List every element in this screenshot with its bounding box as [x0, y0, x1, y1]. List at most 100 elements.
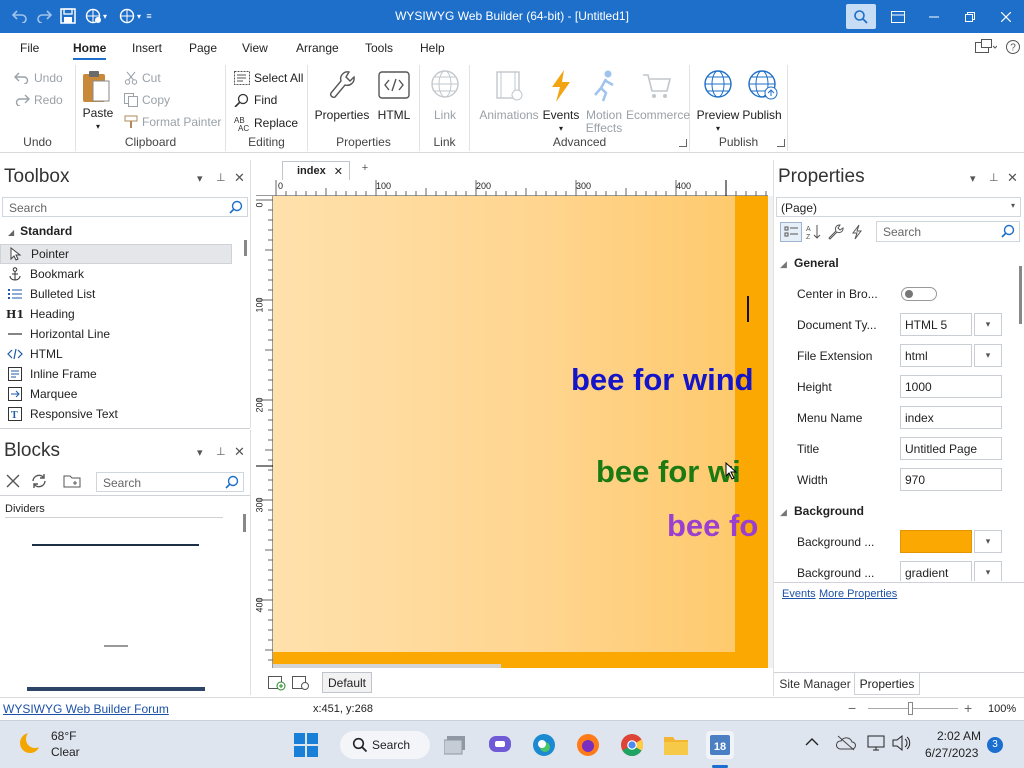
- text-object[interactable]: bee for wi: [596, 454, 741, 490]
- search-button[interactable]: [846, 4, 876, 29]
- height-field[interactable]: 1000: [900, 375, 1002, 398]
- dropdown-arrow-icon[interactable]: ▾: [974, 561, 1002, 581]
- panel-menu-icon[interactable]: ▾: [970, 172, 976, 185]
- zoom-in-button[interactable]: +: [964, 700, 972, 716]
- properties-search-input[interactable]: Search: [876, 221, 1020, 242]
- wysiwyg-app-icon[interactable]: 18: [706, 731, 734, 759]
- clock-date[interactable]: 6/27/2023: [925, 746, 978, 760]
- tab-page[interactable]: Page: [189, 41, 217, 55]
- weather-temp[interactable]: 68°F: [51, 729, 76, 743]
- events-link[interactable]: Events: [782, 588, 816, 600]
- tab-index[interactable]: index ✕: [282, 161, 350, 180]
- panel-menu-icon[interactable]: ▾: [197, 172, 203, 185]
- advanced-launcher-icon[interactable]: [679, 139, 687, 147]
- toolbox-scrollbar[interactable]: [244, 240, 247, 256]
- link-button[interactable]: Link: [425, 69, 465, 122]
- clock-time[interactable]: 2:02 AM: [931, 729, 981, 743]
- toolbox-item-heading[interactable]: H1 Heading: [0, 304, 248, 324]
- tab-properties[interactable]: Properties: [854, 673, 920, 695]
- zoom-out-button[interactable]: −: [848, 700, 856, 716]
- undo-button[interactable]: Undo: [14, 71, 63, 85]
- object-selector[interactable]: (Page) ▾: [776, 197, 1021, 217]
- ecommerce-button[interactable]: Ecommerce: [626, 69, 690, 122]
- toolbox-item-pointer[interactable]: Pointer: [0, 244, 232, 264]
- add-tab-button[interactable]: +: [352, 162, 378, 180]
- toolbox-item-html[interactable]: HTML: [0, 344, 248, 364]
- toolbox-item-horizontal-line[interactable]: Horizontal Line: [0, 324, 248, 344]
- document-type-select[interactable]: HTML 5: [900, 313, 972, 336]
- block-preview-bar[interactable]: [27, 687, 205, 691]
- teams-chat-icon[interactable]: [486, 731, 514, 759]
- chrome-icon[interactable]: [618, 731, 646, 759]
- close-button[interactable]: [988, 0, 1024, 33]
- format-painter-button[interactable]: Format Painter: [124, 115, 221, 129]
- horizontal-scrollbar[interactable]: [273, 664, 501, 668]
- restore-button[interactable]: [952, 0, 988, 33]
- tab-file[interactable]: File: [20, 41, 39, 55]
- section-background[interactable]: ◢ Background: [780, 504, 864, 518]
- replace-button[interactable]: AB AC Replace: [234, 115, 298, 131]
- close-tab-icon[interactable]: ✕: [334, 165, 343, 178]
- background-type-select[interactable]: gradient: [900, 561, 972, 581]
- cut-button[interactable]: Cut: [124, 71, 161, 85]
- cloud-offline-icon[interactable]: [836, 735, 856, 751]
- customize-quick-access-icon[interactable]: ≡: [144, 6, 154, 26]
- copy-button[interactable]: Copy: [124, 93, 170, 107]
- select-all-button[interactable]: Select All: [234, 71, 303, 85]
- html-button[interactable]: HTML: [374, 69, 414, 122]
- close-panel-icon[interactable]: ✕: [234, 170, 245, 186]
- width-field[interactable]: 970: [900, 468, 1002, 491]
- dropdown-arrow-icon[interactable]: ▾: [100, 6, 110, 26]
- properties-button[interactable]: Properties: [312, 69, 372, 122]
- center-toggle[interactable]: [901, 287, 937, 301]
- tab-tools[interactable]: Tools: [365, 41, 393, 55]
- tab-insert[interactable]: Insert: [132, 41, 162, 55]
- dropdown-arrow-icon[interactable]: ▾: [974, 530, 1002, 553]
- redo-icon[interactable]: [34, 6, 54, 26]
- forum-link[interactable]: WYSIWYG Web Builder Forum: [3, 702, 169, 716]
- tab-site-manager[interactable]: Site Manager: [776, 673, 854, 695]
- find-button[interactable]: Find: [234, 93, 277, 107]
- zoom-slider-thumb[interactable]: [908, 702, 913, 715]
- page-body[interactable]: bee for wind bee for wi bee fo: [273, 196, 758, 652]
- task-view-icon[interactable]: [442, 731, 470, 759]
- animations-button[interactable]: Animations: [476, 69, 542, 122]
- clear-icon[interactable]: [6, 474, 20, 488]
- taskbar-search[interactable]: Search: [340, 731, 430, 759]
- section-general[interactable]: ◢ General: [780, 256, 839, 270]
- pin-icon[interactable]: ⊥: [989, 171, 999, 184]
- minimize-button[interactable]: [916, 0, 952, 33]
- text-object[interactable]: bee for wind: [571, 362, 754, 398]
- pin-icon[interactable]: ⊥: [216, 445, 226, 458]
- file-extension-select[interactable]: html: [900, 344, 972, 367]
- title-field[interactable]: Untitled Page: [900, 437, 1002, 460]
- divider-block-preview[interactable]: [32, 544, 199, 546]
- properties-scrollbar[interactable]: [1019, 266, 1022, 324]
- categorized-view-icon[interactable]: [780, 222, 802, 242]
- dropdown-arrow-icon[interactable]: ▾: [134, 6, 144, 26]
- design-canvas[interactable]: bee for wind bee for wi bee fo: [273, 196, 768, 668]
- motion-effects-button[interactable]: Motion Effects: [580, 69, 628, 135]
- layout-settings-icon[interactable]: [292, 675, 310, 691]
- volume-icon[interactable]: [891, 734, 911, 752]
- toolbox-item-responsive-text[interactable]: T Responsive Text: [0, 404, 248, 424]
- dropdown-arrow-icon[interactable]: ▾: [974, 344, 1002, 367]
- network-icon[interactable]: [866, 734, 886, 752]
- events-button[interactable]: Events ▾: [540, 69, 582, 135]
- windows-start-icon[interactable]: [292, 731, 320, 759]
- firefox-icon[interactable]: [574, 731, 602, 759]
- lightning-icon[interactable]: [850, 224, 864, 240]
- publish-launcher-icon[interactable]: [777, 139, 785, 147]
- layout-default-button[interactable]: Default: [322, 672, 372, 693]
- background-color-swatch[interactable]: [900, 530, 972, 553]
- tab-view[interactable]: View: [242, 41, 268, 55]
- more-properties-link[interactable]: More Properties: [819, 588, 897, 600]
- zoom-slider-track[interactable]: [868, 708, 958, 709]
- help-icon[interactable]: ?: [1005, 39, 1021, 55]
- toolbox-item-marquee[interactable]: Marquee: [0, 384, 248, 404]
- wrench-icon[interactable]: [828, 224, 844, 240]
- window-layout-icon[interactable]: [975, 39, 997, 55]
- chevron-up-icon[interactable]: [805, 737, 819, 747]
- toolbox-item-bulleted-list[interactable]: Bulleted List: [0, 284, 248, 304]
- file-explorer-icon[interactable]: [662, 731, 690, 759]
